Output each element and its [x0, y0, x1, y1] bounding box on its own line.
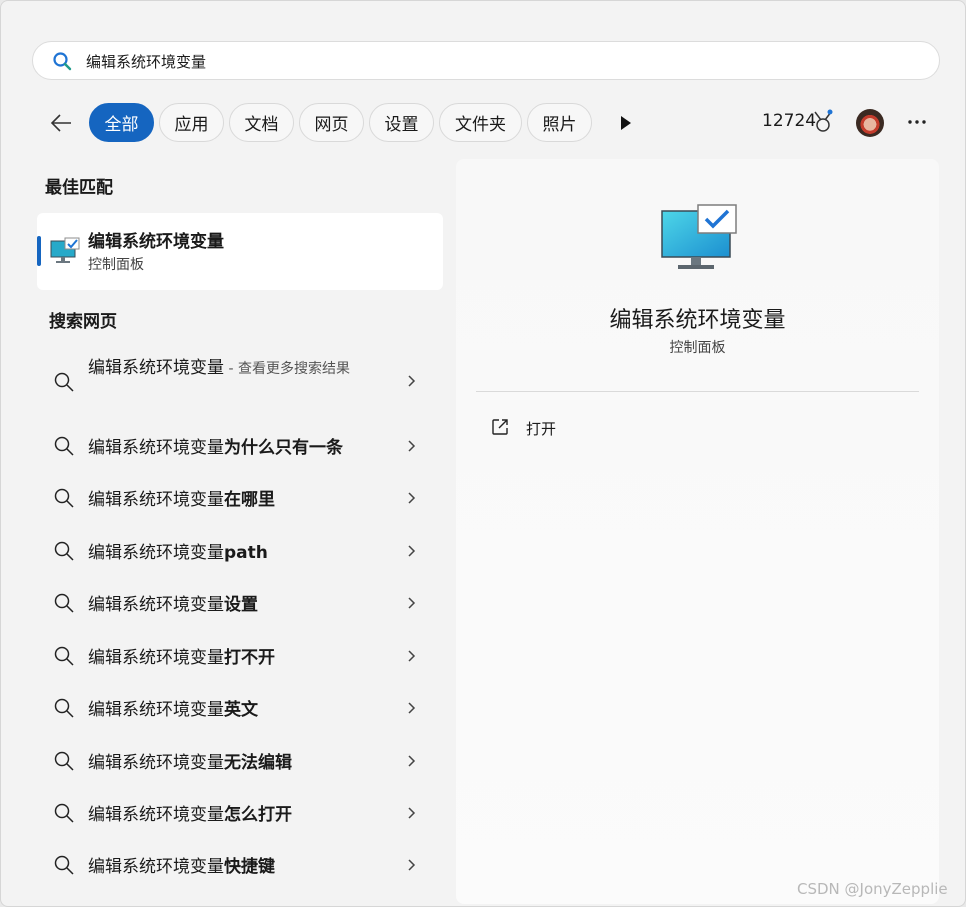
detail-panel: 编辑系统环境变量 控制面板 打开 [456, 159, 939, 904]
chevron-right-icon [408, 702, 416, 714]
detail-subtitle: 控制面板 [669, 340, 726, 356]
query-suggestion: 无法编辑 [224, 753, 292, 773]
web-result-text: 编辑系统环境变量打不开 [88, 643, 275, 668]
avatar[interactable] [856, 109, 884, 137]
chevron-right-icon [408, 375, 416, 387]
query-suggestion: 为什么只有一条 [224, 438, 343, 458]
filter-chip-folders[interactable]: 文件夹 [439, 103, 522, 142]
web-result-row[interactable]: 编辑系统环境变量设置 [37, 589, 443, 617]
web-result-row[interactable]: 编辑系统环境变量在哪里 [37, 484, 443, 512]
web-result-text: 编辑系统环境变量设置 [88, 590, 258, 615]
search-icon [53, 52, 72, 71]
watermark: CSDN @JonyZepplie [797, 880, 948, 898]
query-prefix: 编辑系统环境变量 [88, 753, 224, 773]
filter-chip-documents[interactable]: 文档 [229, 103, 294, 142]
search-window: 全部 应用 文档 网页 设置 文件夹 照片 12724 最佳匹配 编辑系统环境变… [0, 0, 966, 907]
chevron-right-icon [408, 859, 416, 871]
chevron-right-icon [408, 545, 416, 557]
search-icon [54, 593, 74, 613]
web-result-text: 编辑系统环境变量英文 [88, 695, 258, 720]
web-result-text: 编辑系统环境变量怎么打开 [88, 800, 292, 825]
search-icon [54, 488, 74, 508]
query-prefix: 编辑系统环境变量 [88, 490, 224, 510]
detail-title: 编辑系统环境变量 [609, 308, 786, 333]
web-search-heading: 搜索网页 [49, 312, 117, 332]
query-prefix: 编辑系统环境变量 [88, 648, 224, 668]
search-icon [54, 372, 74, 392]
query-prefix: 编辑系统环境变量 [88, 700, 224, 720]
best-match-heading: 最佳匹配 [45, 178, 113, 198]
divider [476, 391, 919, 392]
search-icon [54, 751, 74, 771]
query-prefix: 编辑系统环境变量 [88, 805, 224, 825]
back-arrow-icon[interactable] [47, 109, 75, 137]
web-result-text: 编辑系统环境变量快捷键 [88, 852, 275, 877]
best-match-title: 编辑系统环境变量 [88, 232, 224, 252]
query-suggestion: path [224, 543, 268, 563]
web-result-row[interactable]: 编辑系统环境变量无法编辑 [37, 747, 443, 775]
best-match-subtitle: 控制面板 [88, 257, 144, 273]
search-icon [54, 803, 74, 823]
web-result-text: 编辑系统环境变量path [88, 538, 268, 563]
query-suggestion: 在哪里 [224, 490, 275, 510]
chevron-right-icon [408, 807, 416, 819]
filter-chip-web[interactable]: 网页 [299, 103, 364, 142]
chevron-right-icon [408, 440, 416, 452]
play-icon[interactable] [613, 111, 637, 135]
query-prefix: 编辑系统环境变量 [88, 438, 224, 458]
rewards-medal-icon[interactable] [811, 109, 835, 135]
query-suggestion: 怎么打开 [224, 805, 292, 825]
control-panel-monitor-icon [50, 237, 80, 263]
search-icon [54, 541, 74, 561]
web-result-row[interactable]: 编辑系统环境变量打不开 [37, 642, 443, 670]
search-icon [54, 646, 74, 666]
web-result-row[interactable]: 编辑系统环境变量path [37, 537, 443, 565]
query-prefix: 编辑系统环境变量 [88, 595, 224, 615]
search-box[interactable] [32, 41, 940, 80]
web-result-text: 编辑系统环境变量无法编辑 [88, 748, 292, 773]
chevron-right-icon [408, 492, 416, 504]
query-suggestion: 打不开 [224, 648, 275, 668]
query-suggestion: 设置 [224, 595, 258, 615]
query-prefix: 编辑系统环境变量 [88, 857, 224, 877]
web-result-text: 编辑系统环境变量在哪里 [88, 485, 275, 510]
query-suggestion: 快捷键 [224, 857, 275, 877]
selection-indicator [37, 236, 41, 266]
search-icon [54, 855, 74, 875]
open-action[interactable]: 打开 [486, 414, 686, 442]
web-result-text: 编辑系统环境变量 - 查看更多搜索结果 [88, 357, 363, 380]
chevron-right-icon [408, 755, 416, 767]
best-match-result[interactable]: 编辑系统环境变量 控制面板 [37, 213, 443, 290]
web-result-row[interactable]: 编辑系统环境变量怎么打开 [37, 799, 443, 827]
web-result-text: 编辑系统环境变量为什么只有一条 [88, 433, 343, 458]
web-result-more-hint: - 查看更多搜索结果 [224, 361, 350, 377]
rewards-points: 12724 [762, 111, 817, 131]
web-result-query: 编辑系统环境变量 [88, 358, 224, 378]
web-result-row[interactable]: 编辑系统环境变量 - 查看更多搜索结果 [37, 353, 443, 409]
open-action-label: 打开 [526, 420, 557, 438]
search-input[interactable] [86, 47, 906, 75]
chevron-right-icon [408, 597, 416, 609]
filter-chip-photos[interactable]: 照片 [527, 103, 592, 142]
chevron-right-icon [408, 650, 416, 662]
web-result-row[interactable]: 编辑系统环境变量英文 [37, 694, 443, 722]
filter-chip-all[interactable]: 全部 [89, 103, 154, 142]
search-icon [54, 698, 74, 718]
filter-chip-apps[interactable]: 应用 [159, 103, 224, 142]
filter-chip-settings[interactable]: 设置 [369, 103, 434, 142]
query-prefix: 编辑系统环境变量 [88, 543, 224, 563]
open-external-icon [492, 419, 508, 435]
more-icon[interactable] [904, 109, 930, 135]
control-panel-monitor-icon [661, 204, 737, 269]
search-icon [54, 436, 74, 456]
query-suggestion: 英文 [224, 700, 258, 720]
web-result-row[interactable]: 编辑系统环境变量快捷键 [37, 851, 443, 879]
web-result-row[interactable]: 编辑系统环境变量为什么只有一条 [37, 432, 443, 460]
